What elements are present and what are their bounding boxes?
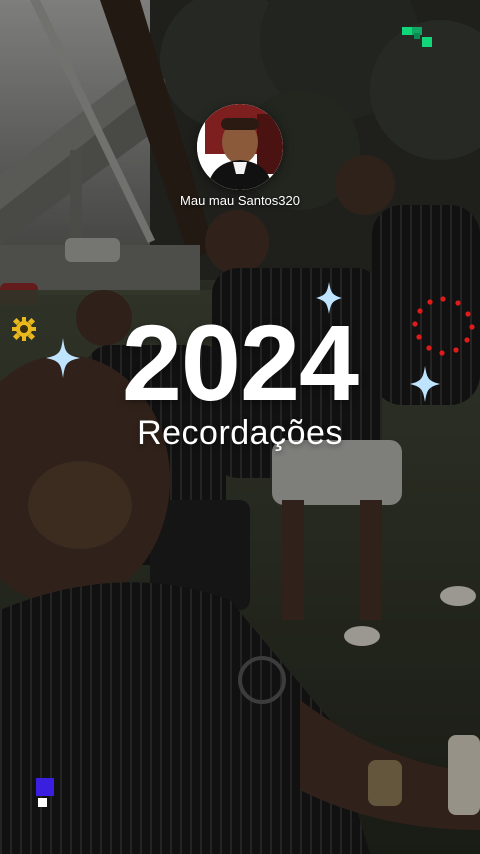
recap-year: 2024 bbox=[121, 302, 359, 423]
avatar-image bbox=[197, 104, 283, 190]
recap-story: Mau mau Santos320 2024 Recordações bbox=[0, 0, 480, 854]
profile-avatar[interactable] bbox=[197, 104, 283, 190]
profile-username: Mau mau Santos320 bbox=[180, 193, 300, 208]
recap-title: Recordações bbox=[137, 414, 343, 452]
pixel-glyph-icon bbox=[36, 778, 54, 807]
pixel-glyph-icon bbox=[402, 27, 432, 47]
